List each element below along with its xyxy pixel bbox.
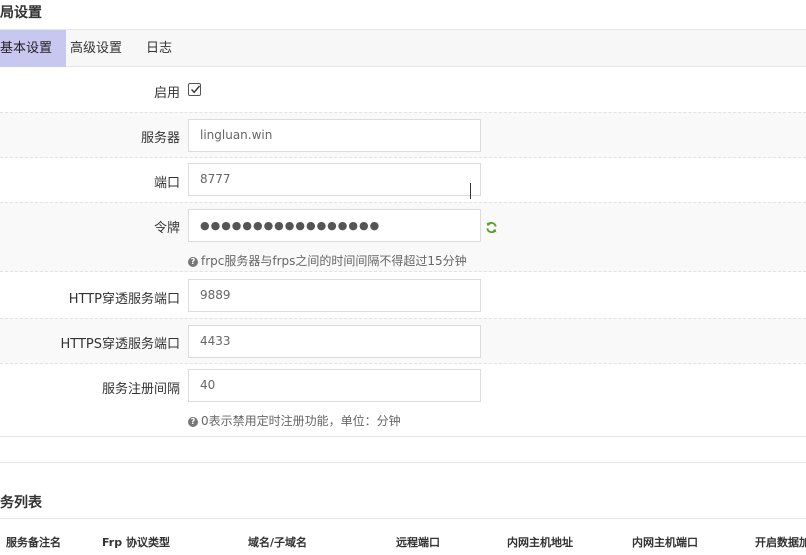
form-row-token: 令牌 ●●●●●●●●●●●●●●●●● ? frpc服务器与frps之间的时间间… (0, 202, 806, 272)
http-port-label: HTTP穿透服务端口 (68, 292, 180, 307)
register-interval-input[interactable]: 40 (188, 369, 481, 402)
register-interval-hint: ? 0表示禁用定时注册功能，单位：分钟 (188, 412, 401, 429)
list-divider (0, 518, 806, 519)
tab-bar: 基本设置 高级设置 日志 (0, 29, 806, 67)
tab-advanced-settings[interactable]: 高级设置 (56, 30, 136, 67)
server-label: 服务器 (140, 131, 180, 146)
column-header-local-port: 内网主机端口 (632, 536, 698, 549)
enable-label: 启用 (153, 86, 180, 101)
register-interval-label: 服务注册间隔 (101, 382, 180, 397)
tab-log[interactable]: 日志 (132, 30, 186, 67)
column-header-local-host: 内网主机地址 (507, 536, 573, 549)
column-header-protocol: Frp 协议类型 (102, 536, 170, 549)
http-port-input[interactable]: 9889 (188, 279, 481, 312)
port-input[interactable]: 8777 (188, 163, 481, 196)
section-title: 局设置 (0, 5, 42, 21)
enable-checkbox[interactable] (188, 83, 201, 96)
port-label: 端口 (153, 176, 180, 191)
help-icon: ? (188, 417, 198, 427)
token-hint: ? frpc服务器与frps之间的时间间隔不得超过15分钟 (188, 252, 467, 269)
token-label: 令牌 (153, 221, 180, 236)
form-row-port: 端口 8777 (0, 158, 806, 202)
column-header-encryption: 开启数据加 (755, 536, 806, 549)
form-row-server: 服务器 lingluan.win (0, 112, 806, 158)
column-header-remote-port: 远程端口 (396, 536, 440, 549)
section-divider (0, 462, 806, 463)
https-port-input[interactable]: 4433 (188, 325, 481, 358)
server-input[interactable]: lingluan.win (188, 119, 481, 152)
text-cursor (470, 183, 471, 199)
service-list-title: 务列表 (0, 495, 42, 511)
refresh-icon[interactable] (485, 221, 498, 234)
help-icon: ? (188, 257, 198, 267)
form-row-https-port: HTTPS穿透服务端口 4433 (0, 318, 806, 364)
check-icon (190, 85, 201, 94)
form-row-register-interval: 服务注册间隔 40 ? 0表示禁用定时注册功能，单位：分钟 (0, 364, 806, 436)
form-row-enable: 启用 (0, 68, 806, 112)
token-hint-text: frpc服务器与frps之间的时间间隔不得超过15分钟 (201, 254, 467, 268)
register-interval-hint-text: 0表示禁用定时注册功能，单位：分钟 (201, 414, 401, 428)
form-row-http-port: HTTP穿透服务端口 9889 (0, 272, 806, 318)
column-header-domain: 域名/子域名 (248, 536, 308, 549)
column-header-remark: 服务备注名 (6, 536, 61, 549)
https-port-label: HTTPS穿透服务端口 (60, 337, 180, 352)
token-input[interactable]: ●●●●●●●●●●●●●●●●● (188, 209, 481, 242)
form-divider (0, 436, 806, 437)
